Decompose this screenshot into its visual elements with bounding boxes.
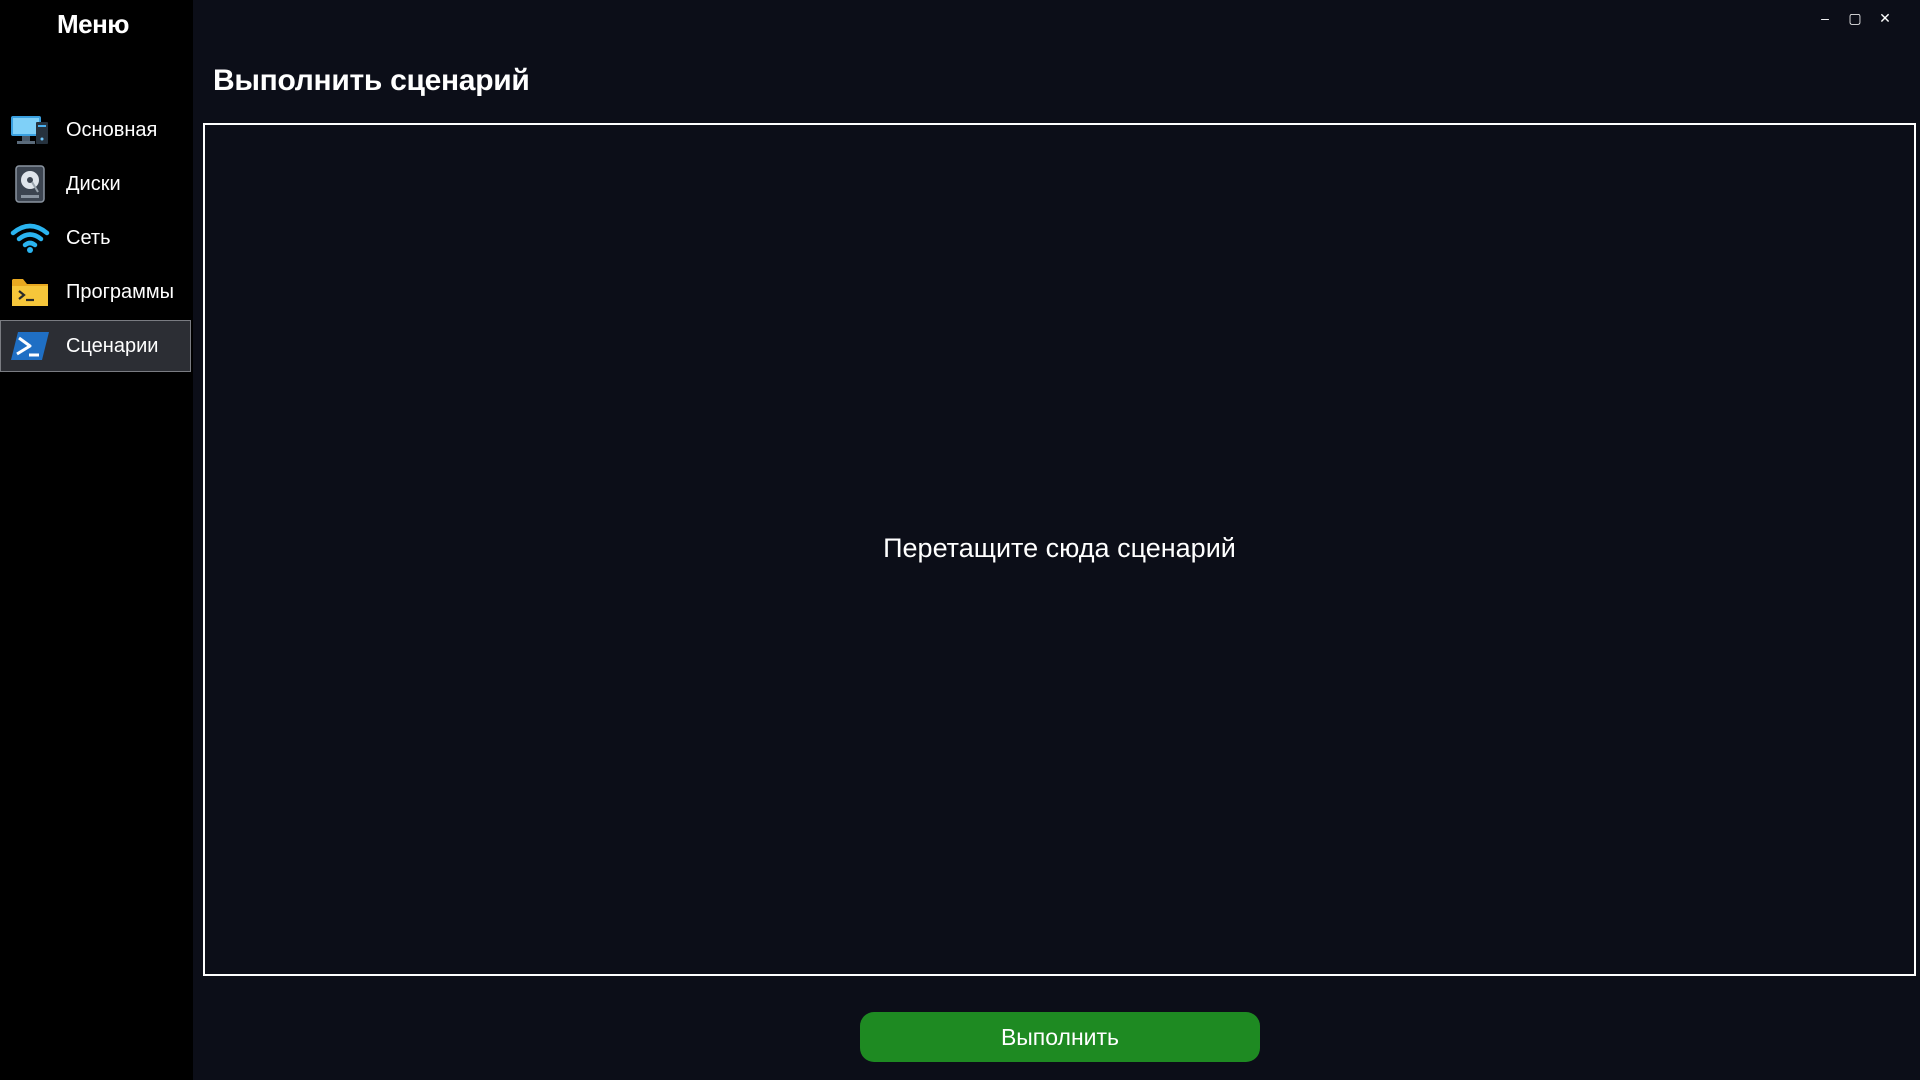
run-button[interactable]: Выполнить bbox=[860, 1012, 1260, 1062]
page-title: Выполнить сценарий bbox=[213, 64, 530, 97]
drop-zone-text: Перетащите сюда сценарий bbox=[883, 533, 1236, 563]
close-button[interactable]: ✕ bbox=[1870, 0, 1900, 36]
sidebar-item-label: Сеть bbox=[66, 226, 111, 249]
folder-terminal-icon bbox=[10, 272, 50, 312]
sidebar-item-programs[interactable]: Программы bbox=[0, 266, 191, 318]
maximize-button[interactable]: ▢ bbox=[1840, 0, 1870, 36]
powershell-icon bbox=[10, 326, 50, 366]
sidebar: Меню Основная Диски Сеть Программы Сцена… bbox=[0, 0, 193, 1080]
hard-drive-icon bbox=[10, 164, 50, 204]
script-drop-zone[interactable]: Перетащите сюда сценарий bbox=[203, 123, 1916, 976]
sidebar-item-main[interactable]: Основная bbox=[0, 104, 191, 156]
sidebar-item-label: Основная bbox=[66, 118, 158, 141]
minimize-button[interactable]: – bbox=[1810, 0, 1840, 36]
sidebar-item-disks[interactable]: Диски bbox=[0, 158, 191, 210]
window-controls: – ▢ ✕ bbox=[1810, 0, 1920, 36]
app-window: Меню Основная Диски Сеть Программы Сцена… bbox=[0, 0, 1920, 1080]
sidebar-title: Меню bbox=[56, 9, 130, 39]
sidebar-item-label: Программы bbox=[66, 280, 175, 303]
wifi-icon bbox=[10, 218, 50, 258]
sidebar-item-scripts[interactable]: Сценарии bbox=[0, 320, 191, 372]
nav-list: Основная Диски Сеть Программы Сценарии bbox=[0, 104, 193, 374]
sidebar-item-network[interactable]: Сеть bbox=[0, 212, 191, 264]
monitor-icon bbox=[10, 110, 50, 150]
sidebar-item-label: Диски bbox=[66, 172, 121, 195]
sidebar-item-label: Сценарии bbox=[66, 334, 159, 357]
